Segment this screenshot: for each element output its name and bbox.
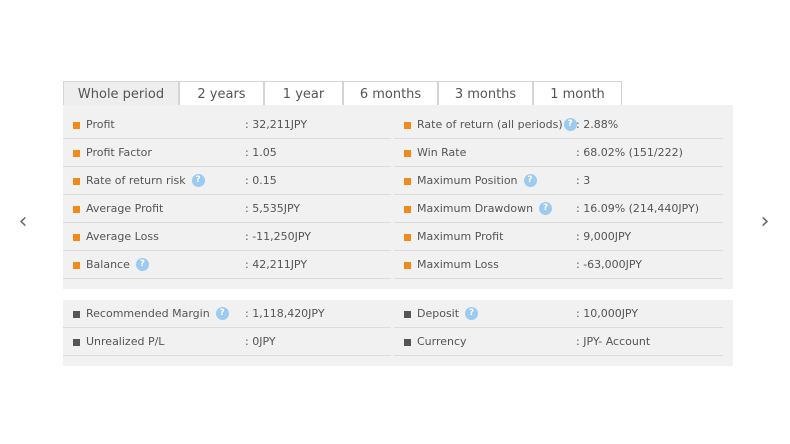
tab-3-months[interactable]: 3 months	[438, 81, 533, 105]
stat-label: Unrealized P/L	[86, 335, 165, 348]
stat-value: : 3	[576, 174, 591, 187]
stat-value: : 5,535JPY	[245, 202, 301, 215]
stat-row-maximum-profit: Maximum Profit : 9,000JPY	[394, 223, 723, 251]
orange-square-icon	[404, 178, 411, 185]
stat-label: Profit Factor	[86, 146, 152, 159]
orange-square-icon	[73, 122, 80, 129]
orange-square-icon	[404, 122, 411, 129]
help-icon[interactable]: ?	[215, 306, 229, 320]
stat-row-unrealized-pl: Unrealized P/L : 0JPY	[63, 328, 391, 356]
stat-label: Profit	[86, 118, 115, 131]
stat-value: : 9,000JPY	[576, 230, 632, 243]
orange-square-icon	[73, 178, 80, 185]
stat-row-average-loss: Average Loss : -11,250JPY	[63, 223, 391, 251]
stat-value: : 42,211JPY	[245, 258, 308, 271]
stat-row-currency: Currency : JPY- Account	[394, 328, 723, 356]
gray-square-icon	[73, 311, 80, 318]
prev-arrow-icon[interactable]: ‹	[16, 211, 30, 233]
stat-label: Win Rate	[417, 146, 467, 159]
stat-label: Deposit?	[417, 300, 479, 328]
tab-whole-period[interactable]: Whole period	[63, 81, 179, 106]
orange-square-icon	[73, 234, 80, 241]
stat-value: : 1.05	[245, 146, 277, 159]
orange-square-icon	[73, 262, 80, 269]
stat-label: Maximum Drawdown?	[417, 195, 553, 223]
stat-label: Currency	[417, 335, 467, 348]
gray-square-icon	[73, 339, 80, 346]
help-icon[interactable]: ?	[523, 173, 537, 187]
stat-row-maximum-position: Maximum Position? : 3	[394, 167, 723, 195]
stat-value: : 10,000JPY	[576, 307, 639, 320]
stat-value: : -11,250JPY	[245, 230, 312, 243]
orange-square-icon	[404, 234, 411, 241]
performance-summary-panel: Profit : 32,211JPY Profit Factor : 1.05 …	[63, 105, 733, 289]
orange-square-icon	[404, 262, 411, 269]
tab-2-years[interactable]: 2 years	[179, 81, 264, 105]
stat-row-win-rate: Win Rate : 68.02% (151/222)	[394, 139, 723, 167]
account-info-panel: Recommended Margin? : 1,118,420JPY Unrea…	[63, 300, 733, 366]
gray-square-icon	[404, 339, 411, 346]
stat-label: Maximum Loss	[417, 258, 499, 271]
stat-value: : -63,000JPY	[576, 258, 643, 271]
orange-square-icon	[73, 206, 80, 213]
help-icon[interactable]: ?	[563, 117, 577, 131]
stat-row-deposit: Deposit? : 10,000JPY	[394, 300, 723, 328]
stat-row-maximum-loss: Maximum Loss : -63,000JPY	[394, 251, 723, 279]
stat-label: Average Profit	[86, 202, 164, 215]
stat-value: : 0.15	[245, 174, 277, 187]
stat-row-rate-of-return-risk: Rate of return risk? : 0.15	[63, 167, 391, 195]
stat-label: Rate of return risk?	[86, 167, 205, 195]
stat-value: : JPY- Account	[576, 335, 651, 348]
help-icon[interactable]: ?	[465, 306, 479, 320]
stat-label: Balance?	[86, 251, 149, 279]
stat-label: Average Loss	[86, 230, 159, 243]
orange-square-icon	[404, 206, 411, 213]
tab-1-year[interactable]: 1 year	[264, 81, 343, 105]
stat-row-maximum-drawdown: Maximum Drawdown? : 16.09% (214,440JPY)	[394, 195, 723, 223]
stat-value: : 2.88%	[576, 118, 619, 131]
stat-row-profit-factor: Profit Factor : 1.05	[63, 139, 391, 167]
stat-value: : 68.02% (151/222)	[576, 146, 683, 159]
stat-label: Maximum Position?	[417, 167, 537, 195]
stat-value: : 16.09% (214,440JPY)	[576, 202, 700, 215]
next-arrow-icon[interactable]: ›	[758, 211, 772, 233]
stat-row-average-profit: Average Profit : 5,535JPY	[63, 195, 391, 223]
stat-row-rate-of-return-all-periods: Rate of return (all periods)? : 2.88%	[394, 111, 723, 139]
gray-square-icon	[404, 311, 411, 318]
tab-6-months[interactable]: 6 months	[343, 81, 438, 105]
stat-label: Rate of return (all periods)?	[417, 111, 577, 139]
stat-row-recommended-margin: Recommended Margin? : 1,118,420JPY	[63, 300, 391, 328]
stat-value: : 0JPY	[245, 335, 276, 348]
help-icon[interactable]: ?	[539, 201, 553, 215]
help-icon[interactable]: ?	[191, 173, 205, 187]
tab-1-month[interactable]: 1 month	[533, 81, 622, 105]
orange-square-icon	[404, 150, 411, 157]
orange-square-icon	[73, 150, 80, 157]
stat-label: Maximum Profit	[417, 230, 504, 243]
stat-value: : 1,118,420JPY	[245, 307, 325, 320]
stat-value: : 32,211JPY	[245, 118, 308, 131]
stat-row-profit: Profit : 32,211JPY	[63, 111, 391, 139]
stat-row-balance: Balance? : 42,211JPY	[63, 251, 391, 279]
help-icon[interactable]: ?	[135, 257, 149, 271]
stat-label: Recommended Margin?	[86, 300, 229, 328]
